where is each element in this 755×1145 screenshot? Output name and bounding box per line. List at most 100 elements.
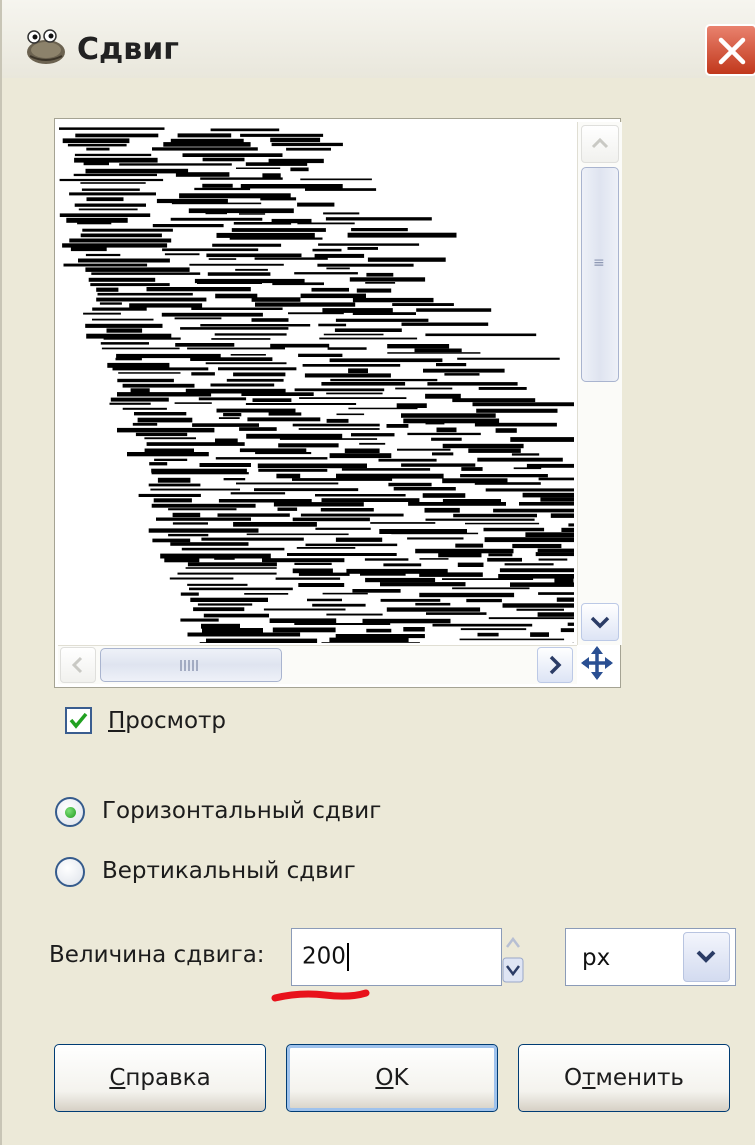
preview-stripe <box>538 477 574 481</box>
preview-stripe <box>262 173 281 178</box>
preview-checkbox[interactable] <box>65 707 92 734</box>
preview-stripe <box>366 272 394 277</box>
preview-stripe <box>146 442 245 446</box>
preview-stripe <box>452 398 536 403</box>
preview-stripe <box>431 437 462 441</box>
preview-stripe <box>318 243 420 246</box>
preview-stripe <box>432 623 533 627</box>
shift-amount-input[interactable]: 200 <box>291 928 502 986</box>
preview-stripe <box>459 638 565 641</box>
preview-stripe <box>302 364 401 367</box>
preview-stripe <box>132 422 158 426</box>
preview-stripe <box>168 533 209 537</box>
dialog-title: Сдвиг <box>77 32 179 67</box>
preview-stripe <box>174 402 212 404</box>
preview-stripe <box>485 488 574 492</box>
horizontal-scroll-thumb[interactable] <box>100 648 282 682</box>
mnemonic-letter: С <box>109 1065 126 1091</box>
preview-stripe <box>254 257 328 260</box>
preview-stripe <box>304 373 391 378</box>
preview-stripe <box>312 248 342 252</box>
preview-stripe <box>408 502 506 506</box>
horizontal-scrollbar[interactable] <box>58 645 577 684</box>
preview-stripe <box>442 443 524 449</box>
preview-stripe <box>205 362 287 365</box>
preview-stripe <box>185 567 277 569</box>
preview-stripe <box>362 618 451 624</box>
preview-stripe <box>457 562 484 567</box>
preview-stripe <box>70 247 107 252</box>
preview-stripe <box>171 202 262 205</box>
move-arrows-icon[interactable] <box>580 645 614 681</box>
preview-stripe <box>296 547 356 549</box>
preview-stripe <box>74 203 146 207</box>
preview-stripe <box>383 563 422 567</box>
preview-stripe <box>395 387 453 390</box>
spin-down-icon[interactable] <box>502 957 524 983</box>
preview-stripe <box>245 162 308 166</box>
scroll-down-button[interactable] <box>581 603 619 641</box>
preview-stripe <box>69 192 156 196</box>
preview-stripe <box>244 593 289 595</box>
preview-stripe <box>92 307 147 311</box>
preview-stripe <box>444 373 480 376</box>
scroll-up-button[interactable] <box>581 125 619 163</box>
preview-stripe <box>78 258 170 263</box>
preview-stripe <box>77 222 112 225</box>
ok-button[interactable]: OK <box>286 1044 498 1112</box>
preview-stripe <box>100 342 149 345</box>
preview-stripe <box>246 433 343 439</box>
preview-stripe <box>210 128 280 132</box>
radio-horizontal-label[interactable]: Горизонтальный сдвиг <box>102 798 381 824</box>
spin-up-icon[interactable] <box>502 930 524 956</box>
preview-stripe <box>117 427 215 433</box>
radio-vertical-shift[interactable] <box>55 857 85 887</box>
radio-horizontal-shift[interactable] <box>55 797 85 827</box>
preview-stripe <box>272 627 336 633</box>
preview-stripe <box>59 127 165 130</box>
help-button[interactable]: Справка <box>54 1044 266 1112</box>
preview-stripe <box>419 558 449 560</box>
preview-stripe <box>205 212 227 215</box>
radio-vertical-label[interactable]: Вертикальный сдвиг <box>102 858 356 884</box>
preview-stripe <box>364 558 409 561</box>
preview-stripe <box>82 228 173 232</box>
preview-stripe <box>59 178 164 182</box>
preview-stripe <box>335 634 425 639</box>
title-bar[interactable]: Сдвиг <box>2 0 755 78</box>
scroll-left-button[interactable] <box>60 647 96 683</box>
preview-stripe <box>365 282 396 284</box>
vertical-scroll-thumb[interactable]: ≡ <box>581 167 619 382</box>
preview-stripe <box>211 338 271 340</box>
preview-stripe <box>396 403 427 408</box>
preview-stripe <box>300 513 404 517</box>
preview-stripe <box>207 272 271 276</box>
scroll-right-button[interactable] <box>537 647 573 683</box>
preview-stripe <box>414 348 462 353</box>
red-underline-annotation <box>271 989 370 1002</box>
vertical-scrollbar[interactable]: ≡ <box>577 122 622 645</box>
preview-stripe <box>416 308 492 312</box>
preview-stripe <box>191 372 215 376</box>
cancel-button[interactable]: Отменить <box>518 1044 730 1112</box>
preview-stripe <box>199 642 308 643</box>
close-button[interactable] <box>705 24 755 76</box>
preview-stripe <box>365 577 436 583</box>
preview-stripe <box>255 302 356 307</box>
unit-dropdown-button[interactable] <box>683 932 730 982</box>
preview-stripe <box>268 412 302 416</box>
preview-stripe <box>149 462 168 466</box>
preview-stripe <box>239 213 266 215</box>
preview-area <box>54 118 621 688</box>
preview-stripe <box>218 367 297 371</box>
preview-stripe <box>325 217 432 221</box>
preview-stripe <box>298 353 343 357</box>
preview-stripe <box>484 537 574 543</box>
preview-stripe <box>367 257 446 262</box>
unit-select[interactable]: px <box>565 928 736 986</box>
preview-checkbox-label[interactable]: Просмотр <box>108 708 226 734</box>
preview-stripe <box>202 628 263 633</box>
preview-stripe <box>322 592 368 595</box>
preview-label-rest: росмотр <box>125 708 227 734</box>
preview-stripe <box>554 578 574 583</box>
